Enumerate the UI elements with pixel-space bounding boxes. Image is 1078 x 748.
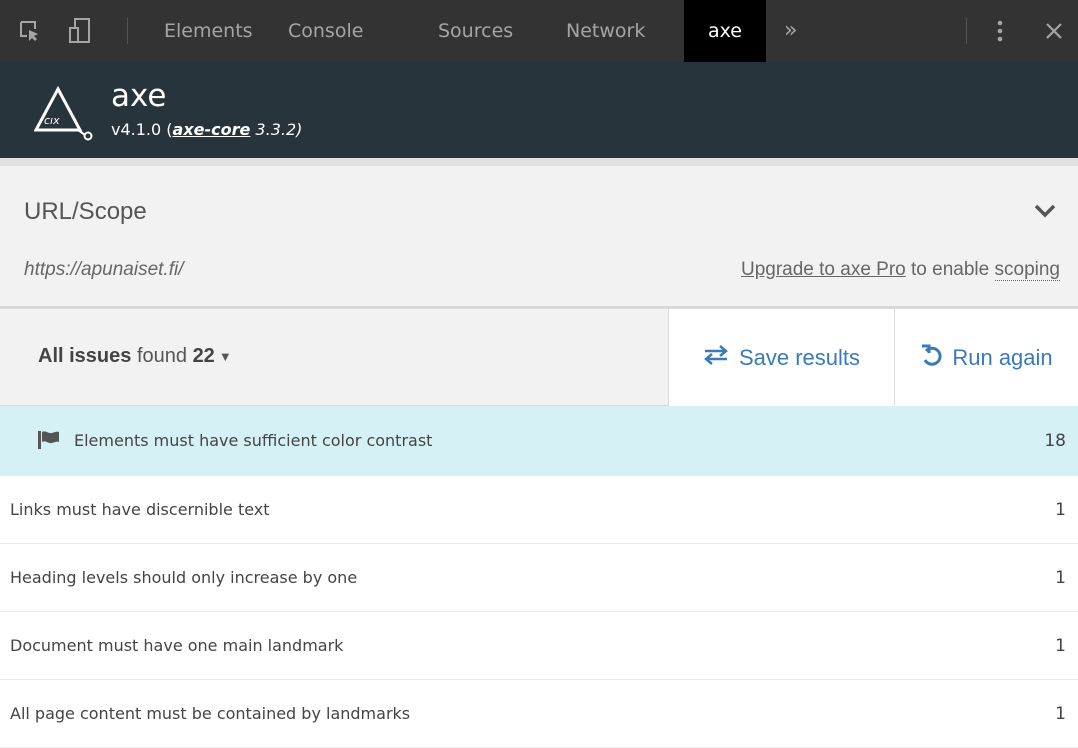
devtools-toolbar: Elements Console Sources Network axe »: [0, 0, 1078, 62]
upgrade-notice: Upgrade to axe Pro to enable scoping: [741, 259, 1060, 281]
swap-arrows-icon: [703, 344, 729, 371]
save-results-label: Save results: [738, 344, 861, 370]
issue-label: Document must have one main landmark: [10, 636, 344, 655]
svg-text:cıx: cıx: [44, 114, 60, 127]
device-toolbar-icon[interactable]: [67, 17, 95, 45]
run-again-label: Run again: [952, 344, 1053, 370]
axe-core-link[interactable]: axe-core: [173, 120, 251, 139]
deque-logo-icon: cıx: [33, 85, 98, 147]
app-title: axe: [111, 78, 167, 114]
issue-row[interactable]: Links must have discernible text 1: [0, 476, 1078, 544]
issue-count: 1: [1055, 704, 1066, 724]
tab-console[interactable]: Console: [288, 0, 363, 62]
tab-sources[interactable]: Sources: [438, 0, 513, 62]
issue-count: 1: [1055, 500, 1066, 520]
tab-axe[interactable]: axe: [684, 0, 766, 62]
refresh-icon: [920, 344, 942, 372]
issue-row[interactable]: All page content must be contained by la…: [0, 680, 1078, 748]
issue-row[interactable]: Heading levels should only increase by o…: [0, 544, 1078, 612]
issue-label: Heading levels should only increase by o…: [10, 568, 358, 587]
version-info: v4.1.0 (axe-core 3.3.2): [111, 120, 302, 139]
scope-title: URL/Scope: [24, 198, 147, 225]
issue-count: 22: [192, 345, 215, 367]
issues-list: Elements must have sufficient color cont…: [0, 406, 1078, 748]
caret-down-icon: ▼: [218, 349, 232, 365]
issue-label: All page content must be contained by la…: [10, 704, 411, 723]
issue-label: Links must have discernible text: [10, 500, 270, 519]
results-toolbar: All issues found 22 ▼ Save results Run ag…: [0, 308, 1078, 406]
upgrade-text: to enable: [905, 259, 995, 280]
tab-network[interactable]: Network: [566, 0, 645, 62]
scope-url: https://apunaiset.fi/: [24, 259, 184, 280]
filter-label: All issues: [38, 345, 132, 367]
issue-count: 18: [1044, 431, 1066, 451]
inspect-element-icon[interactable]: [16, 17, 44, 45]
flag-icon: [38, 431, 60, 453]
run-again-button[interactable]: Run again: [895, 309, 1078, 406]
save-results-button[interactable]: Save results: [668, 309, 895, 406]
close-icon[interactable]: [1040, 17, 1068, 45]
scoping-term[interactable]: scoping: [994, 259, 1060, 281]
upgrade-link[interactable]: Upgrade to axe Pro: [741, 259, 906, 280]
issue-row[interactable]: Elements must have sufficient color cont…: [0, 406, 1078, 476]
filter-found-text: found: [131, 345, 193, 367]
issue-count: 1: [1055, 568, 1066, 588]
version-text: v4.1.0 (: [111, 120, 173, 139]
toolbar-divider: [127, 18, 128, 44]
kebab-menu-icon[interactable]: [986, 17, 1014, 45]
scope-panel: URL/Scope https://apunaiset.fi/ Upgrade …: [0, 158, 1078, 308]
issue-label: Elements must have sufficient color cont…: [74, 431, 433, 450]
issue-row[interactable]: Document must have one main landmark 1: [0, 612, 1078, 680]
chevron-down-icon[interactable]: [1034, 204, 1056, 223]
tab-elements[interactable]: Elements: [164, 0, 253, 62]
issues-filter-dropdown[interactable]: All issues found 22 ▼: [38, 345, 232, 368]
more-tabs-icon[interactable]: »: [784, 0, 797, 62]
toolbar-divider: [966, 18, 967, 44]
core-version-text: 3.3.2): [250, 120, 303, 139]
issue-count: 1: [1055, 636, 1066, 656]
